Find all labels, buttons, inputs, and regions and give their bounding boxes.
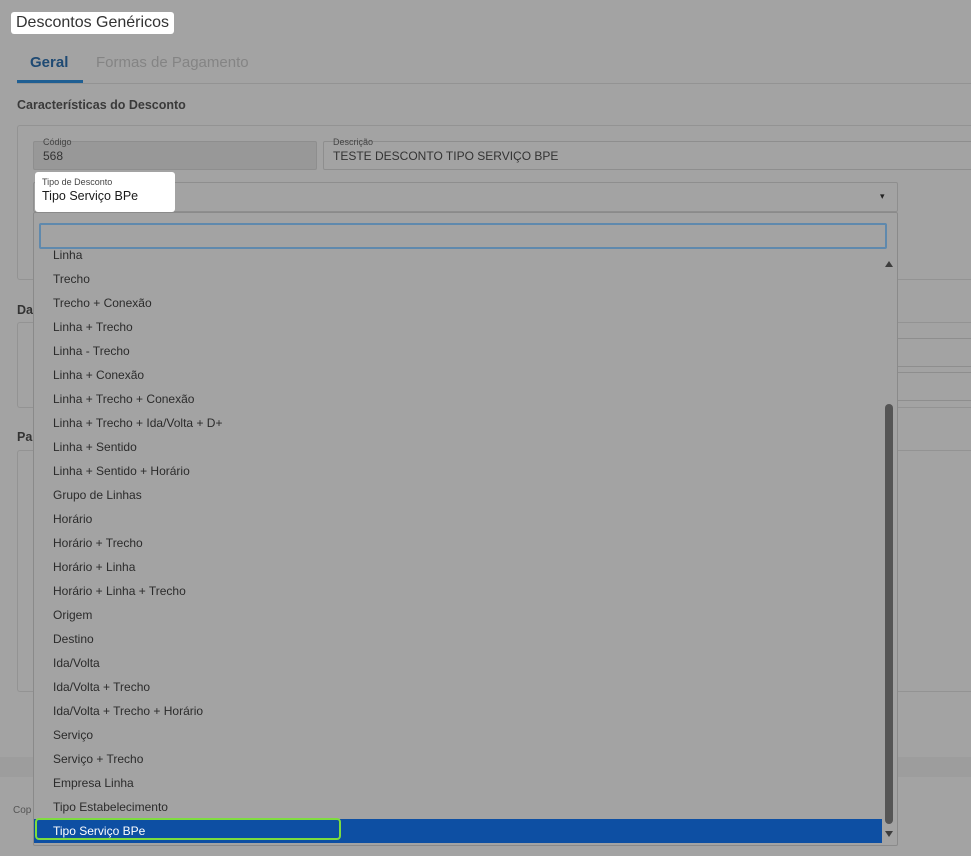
tipo-desconto-value: Tipo Serviço BPe <box>42 189 139 203</box>
dropdown-option[interactable]: Destino <box>34 627 882 651</box>
footer-copyright-fragment: Cop <box>13 805 32 816</box>
dropdown-option[interactable]: Trecho <box>34 267 882 291</box>
dropdown-option[interactable]: Horário + Trecho <box>34 531 882 555</box>
dropdown-option[interactable]: Serviço + Trecho <box>34 747 882 771</box>
field-fragment <box>896 338 971 367</box>
dropdown-option[interactable]: Tipo Estabelecimento <box>34 795 882 819</box>
scroll-up-arrow-icon[interactable] <box>885 261 893 267</box>
tipo-desconto-dropdown[interactable]: Linha Trecho Trecho + Conexão Linha + Trech… <box>33 212 898 846</box>
dropdown-option[interactable]: Linha <box>34 247 882 267</box>
selected-option-highlight <box>35 818 341 840</box>
dropdown-option[interactable]: Origem <box>34 603 882 627</box>
dropdown-option[interactable]: Linha + Conexão <box>34 363 882 387</box>
dropdown-option[interactable]: Trecho + Conexão <box>34 291 882 315</box>
scroll-down-arrow-icon[interactable] <box>885 831 893 837</box>
dropdown-option[interactable]: Linha - Trecho <box>34 339 882 363</box>
dropdown-option[interactable]: Empresa Linha <box>34 771 882 795</box>
tabs-divider <box>17 83 971 84</box>
dropdown-option[interactable]: Horário + Linha <box>34 555 882 579</box>
dropdown-scrollbar[interactable] <box>882 253 896 845</box>
dropdown-option[interactable]: Ida/Volta + Trecho <box>34 675 882 699</box>
codigo-value: 568 <box>43 149 64 163</box>
dropdown-option[interactable]: Ida/Volta <box>34 651 882 675</box>
dropdown-search-input[interactable] <box>39 223 887 249</box>
dropdown-option[interactable]: Linha + Sentido + Horário <box>34 459 882 483</box>
tipo-desconto-label: Tipo de Desconto <box>42 177 113 187</box>
dropdown-option[interactable]: Linha + Trecho + Conexão <box>34 387 882 411</box>
dropdown-option[interactable]: Serviço <box>34 723 882 747</box>
tipo-desconto-label-highlight: Tipo de Desconto Tipo Serviço BPe <box>35 172 175 212</box>
descricao-label: Descrição <box>333 137 374 147</box>
field-fragment <box>896 372 971 401</box>
section-title: Características do Desconto <box>17 98 186 112</box>
tab-geral[interactable]: Geral <box>30 54 68 72</box>
chevron-down-icon[interactable]: ▾ <box>880 191 885 202</box>
page-title: Descontos Genéricos <box>11 12 174 34</box>
section-title-fragment: Pa <box>17 430 33 444</box>
dropdown-option[interactable]: Ida/Volta + Trecho + Horário <box>34 699 882 723</box>
dropdown-option[interactable]: Linha + Sentido <box>34 435 882 459</box>
scrollbar-thumb[interactable] <box>885 404 893 824</box>
codigo-field: Código 568 <box>33 137 317 170</box>
codigo-label: Código <box>43 137 72 147</box>
dropdown-option[interactable]: Horário + Linha + Trecho <box>34 579 882 603</box>
descricao-field[interactable]: Descrição TESTE DESCONTO TIPO SERVIÇO BP… <box>323 137 971 170</box>
dropdown-option[interactable]: Grupo de Linhas <box>34 483 882 507</box>
dropdown-option[interactable]: Linha + Trecho <box>34 315 882 339</box>
dropdown-option[interactable]: Horário <box>34 507 882 531</box>
section-title-fragment: Da <box>17 303 33 317</box>
descricao-value: TESTE DESCONTO TIPO SERVIÇO BPE <box>333 149 559 163</box>
tab-formas-de-pagamento[interactable]: Formas de Pagamento <box>96 54 249 72</box>
dropdown-option[interactable]: Linha + Trecho + Ida/Volta + D+ <box>34 411 882 435</box>
dropdown-options-list[interactable]: Linha Trecho Trecho + Conexão Linha + Trech… <box>34 247 882 845</box>
